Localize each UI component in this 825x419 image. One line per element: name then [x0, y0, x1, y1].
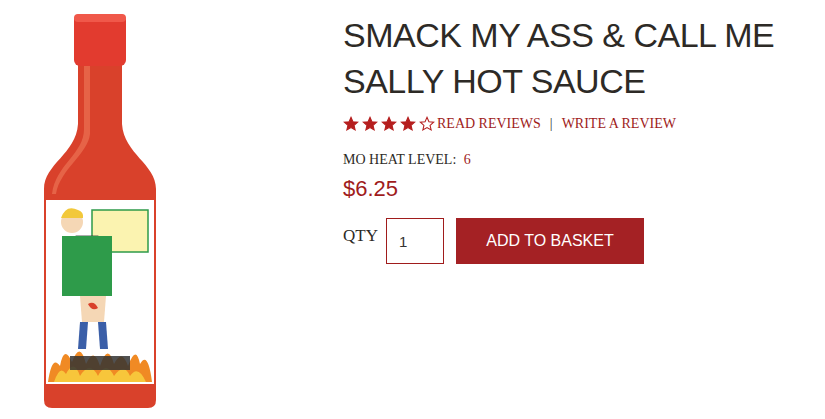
hot-sauce-bottle-icon [40, 4, 160, 414]
buy-row: QTY ADD TO BASKET [343, 218, 817, 264]
star-icon [343, 116, 359, 132]
separator: | [550, 116, 553, 132]
star-rating [343, 116, 435, 132]
star-icon [381, 116, 397, 132]
product-info: SMACK MY ASS & CALL ME SALLY HOT SAUCE R… [343, 0, 825, 419]
price: $6.25 [343, 176, 817, 202]
heat-label: MO HEAT LEVEL: [343, 152, 456, 167]
rating-row: READ REVIEWS | WRITE A REVIEW [343, 116, 817, 132]
heat-value: 6 [464, 152, 471, 167]
product-page: SMACK MY ASS & CALL ME SALLY HOT SAUCE R… [0, 0, 825, 419]
star-icon [419, 116, 435, 132]
write-review-link[interactable]: WRITE A REVIEW [562, 116, 676, 132]
star-icon [362, 116, 378, 132]
quantity-input[interactable] [386, 218, 444, 264]
product-image [0, 0, 343, 419]
quantity-label: QTY [343, 226, 378, 246]
star-icon [400, 116, 416, 132]
product-title: SMACK MY ASS & CALL ME SALLY HOT SAUCE [343, 12, 817, 104]
add-to-basket-button[interactable]: ADD TO BASKET [456, 218, 644, 264]
read-reviews-link[interactable]: READ REVIEWS [437, 116, 541, 132]
heat-level: MO HEAT LEVEL: 6 [343, 152, 817, 168]
